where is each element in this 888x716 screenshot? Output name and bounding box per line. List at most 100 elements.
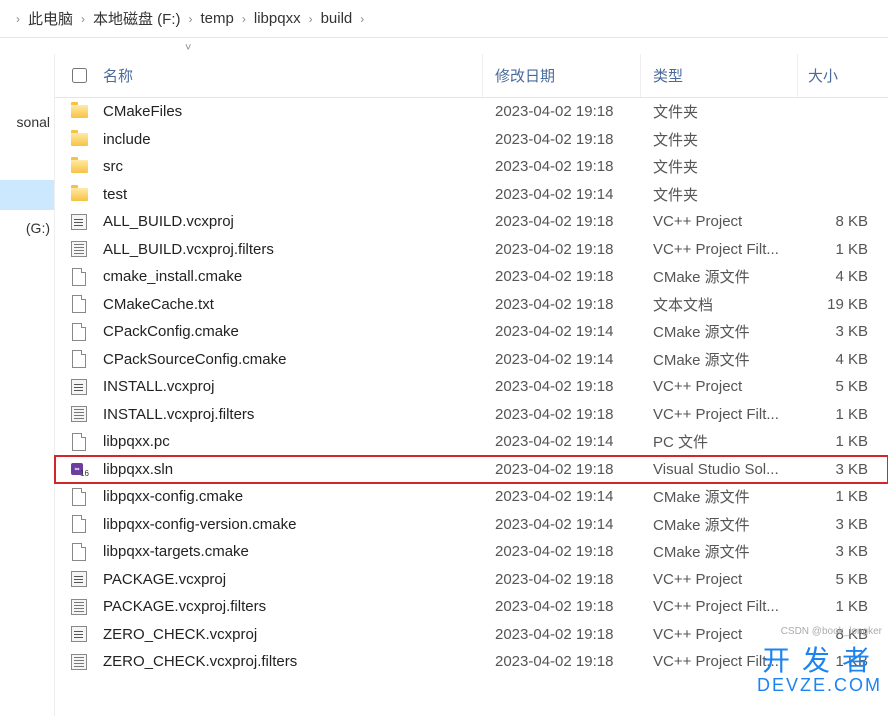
list-item[interactable]: test2023-04-02 19:14文件夹 [55, 181, 888, 209]
file-name: CPackSourceConfig.cmake [103, 351, 483, 368]
file-date: 2023-04-02 19:18 [483, 131, 641, 148]
sidebar-item[interactable] [0, 180, 54, 210]
chevron-right-icon: › [352, 12, 372, 26]
file-name: CPackConfig.cmake [103, 323, 483, 340]
file-type: VC++ Project [641, 571, 798, 588]
breadcrumb-item[interactable]: libpqxx [254, 10, 301, 27]
list-item[interactable]: CPackSourceConfig.cmake2023-04-02 19:14C… [55, 346, 888, 374]
file-date: 2023-04-02 19:18 [483, 103, 641, 120]
file-size: 3 KB [798, 543, 888, 560]
file-name: include [103, 131, 483, 148]
file-size: 5 KB [798, 571, 888, 588]
list-item[interactable]: libpqxx-config.cmake2023-04-02 19:14CMak… [55, 483, 888, 511]
file-size: 8 KB [798, 213, 888, 230]
list-item[interactable]: CMakeCache.txt2023-04-02 19:18文本文档19 KB [55, 291, 888, 319]
list-item[interactable]: ALL_BUILD.vcxproj.filters2023-04-02 19:1… [55, 236, 888, 264]
file-name: libpqxx-config.cmake [103, 488, 483, 505]
breadcrumb[interactable]: ›此电脑›本地磁盘 (F:)›temp›libpqxx›build› [0, 0, 888, 38]
chevron-right-icon: › [73, 12, 93, 26]
filters-icon [71, 654, 87, 670]
file-name: CMakeFiles [103, 103, 483, 120]
file-size: 19 KB [798, 296, 888, 313]
sidebar-item[interactable]: sonal [0, 104, 54, 150]
select-all-checkbox[interactable] [55, 68, 103, 83]
column-header-type[interactable]: 类型 [641, 54, 798, 97]
breadcrumb-item[interactable]: 此电脑 [28, 8, 73, 29]
file-type: CMake 源文件 [641, 514, 798, 535]
list-item[interactable]: PACKAGE.vcxproj.filters2023-04-02 19:18V… [55, 593, 888, 621]
list-item[interactable]: src2023-04-02 19:18文件夹 [55, 153, 888, 181]
list-item[interactable]: include2023-04-02 19:18文件夹 [55, 126, 888, 154]
filters-icon [71, 241, 87, 257]
file-name: ZERO_CHECK.vcxproj.filters [103, 653, 483, 670]
file-type: PC 文件 [641, 431, 798, 452]
file-name: PACKAGE.vcxproj.filters [103, 598, 483, 615]
file-date: 2023-04-02 19:14 [483, 433, 641, 450]
list-item[interactable]: ZERO_CHECK.vcxproj.filters2023-04-02 19:… [55, 648, 888, 676]
file-date: 2023-04-02 19:18 [483, 378, 641, 395]
file-type: VC++ Project Filt... [641, 241, 798, 258]
list-item[interactable]: PACKAGE.vcxproj2023-04-02 19:18VC++ Proj… [55, 566, 888, 594]
file-type: CMake 源文件 [641, 349, 798, 370]
file-name: ALL_BUILD.vcxproj [103, 213, 483, 230]
file-date: 2023-04-02 19:18 [483, 158, 641, 175]
folder-icon [71, 188, 88, 201]
list-item[interactable]: libpqxx.pc2023-04-02 19:14PC 文件1 KB [55, 428, 888, 456]
breadcrumb-item[interactable]: build [321, 10, 353, 27]
chevron-right-icon: › [234, 12, 254, 26]
file-name: INSTALL.vcxproj.filters [103, 406, 483, 423]
file-type: VC++ Project [641, 213, 798, 230]
file-date: 2023-04-02 19:18 [483, 571, 641, 588]
column-header-size[interactable]: 大小 [798, 54, 888, 97]
list-item[interactable]: INSTALL.vcxproj.filters2023-04-02 19:18V… [55, 401, 888, 429]
file-icon [72, 350, 86, 368]
file-name: src [103, 158, 483, 175]
list-item[interactable]: ∞16libpqxx.sln2023-04-02 19:18Visual Stu… [55, 456, 888, 484]
file-name: INSTALL.vcxproj [103, 378, 483, 395]
file-type: 文件夹 [641, 129, 798, 150]
column-header-name[interactable]: 名称 [103, 54, 483, 97]
list-item[interactable]: ALL_BUILD.vcxproj2023-04-02 19:18VC++ Pr… [55, 208, 888, 236]
sidebar-item[interactable]: (G:) [0, 210, 54, 256]
list-item[interactable]: libpqxx-config-version.cmake2023-04-02 1… [55, 511, 888, 539]
breadcrumb-item[interactable]: temp [201, 10, 234, 27]
vcxproj-icon [71, 626, 87, 642]
list-item[interactable]: INSTALL.vcxproj2023-04-02 19:18VC++ Proj… [55, 373, 888, 401]
chevron-right-icon: › [8, 12, 28, 26]
file-icon [72, 268, 86, 286]
list-item[interactable]: cmake_install.cmake2023-04-02 19:18CMake… [55, 263, 888, 291]
file-icon [72, 515, 86, 533]
file-size: 5 KB [798, 378, 888, 395]
dropdown-chevron-icon[interactable]: ˅ [0, 42, 191, 54]
file-name: ALL_BUILD.vcxproj.filters [103, 241, 483, 258]
file-type: CMake 源文件 [641, 266, 798, 287]
file-date: 2023-04-02 19:14 [483, 488, 641, 505]
file-type: 文件夹 [641, 156, 798, 177]
vcxproj-icon [71, 571, 87, 587]
file-date: 2023-04-02 19:18 [483, 213, 641, 230]
list-item[interactable]: ZERO_CHECK.vcxproj2023-04-02 19:18VC++ P… [55, 621, 888, 649]
list-item[interactable]: CPackConfig.cmake2023-04-02 19:14CMake 源… [55, 318, 888, 346]
sidebar: sonal (G:) [0, 54, 55, 716]
file-type: VC++ Project Filt... [641, 653, 798, 670]
vcxproj-icon [71, 214, 87, 230]
file-size: 1 KB [798, 241, 888, 258]
file-name: test [103, 186, 483, 203]
column-header-date[interactable]: 修改日期 [483, 54, 641, 97]
list-item[interactable]: libpqxx-targets.cmake2023-04-02 19:18CMa… [55, 538, 888, 566]
breadcrumb-item[interactable]: 本地磁盘 (F:) [93, 8, 181, 29]
folder-icon [71, 105, 88, 118]
file-date: 2023-04-02 19:18 [483, 406, 641, 423]
file-date: 2023-04-02 19:18 [483, 626, 641, 643]
file-name: PACKAGE.vcxproj [103, 571, 483, 588]
file-type: VC++ Project Filt... [641, 406, 798, 423]
file-size: 3 KB [798, 516, 888, 533]
sidebar-item[interactable] [0, 150, 54, 180]
list-item[interactable]: CMakeFiles2023-04-02 19:18文件夹 [55, 98, 888, 126]
column-headers: 名称 修改日期 类型 大小 [55, 54, 888, 98]
file-size: 3 KB [798, 323, 888, 340]
file-name: libpqxx-config-version.cmake [103, 516, 483, 533]
file-name: libpqxx.pc [103, 433, 483, 450]
file-date: 2023-04-02 19:18 [483, 268, 641, 285]
file-name: libpqxx-targets.cmake [103, 543, 483, 560]
